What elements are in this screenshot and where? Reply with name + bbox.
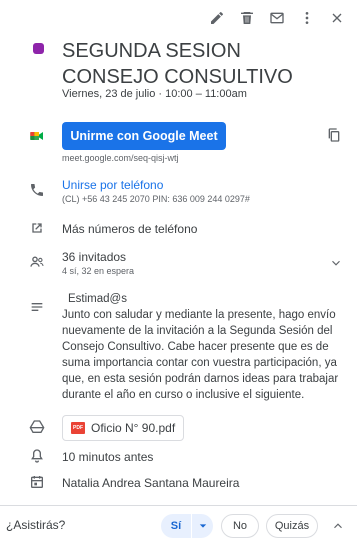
close-icon[interactable]: [323, 6, 351, 30]
google-meet-icon: [28, 127, 46, 145]
guest-count: 36 invitados: [62, 250, 127, 264]
rsvp-footer: ¿Asistirás? Sí No Quizás: [0, 505, 357, 546]
bell-icon: [28, 447, 46, 465]
rsvp-yes-label[interactable]: Sí: [161, 520, 191, 532]
organizer-name: Natalia Andrea Santana Maureira: [62, 476, 240, 490]
more-phone-numbers-link[interactable]: Más números de teléfono: [62, 222, 197, 236]
event-description: Estimad@s Junto con saludar y mediante l…: [62, 291, 346, 403]
rsvp-question: ¿Asistirás?: [6, 518, 66, 532]
description-icon: [28, 298, 46, 316]
event-toolbar: [201, 6, 351, 30]
drive-icon: [28, 418, 46, 436]
more-icon[interactable]: [293, 6, 321, 30]
description-greeting: Estimad@s: [68, 293, 127, 305]
expand-guests-chevron-icon[interactable]: [329, 256, 343, 270]
event-datetime: Viernes, 23 de julio · 10:00 – 11:00am: [62, 88, 247, 100]
reminder-text: 10 minutos antes: [62, 450, 154, 464]
attachment-chip[interactable]: PDF Oficio N° 90.pdf: [62, 415, 185, 441]
open-in-new-icon: [28, 219, 46, 237]
expand-rsvp-chevron-up-icon[interactable]: [328, 516, 348, 536]
guests-icon: [28, 253, 46, 271]
edit-icon[interactable]: [203, 6, 231, 30]
phone-icon: [28, 181, 46, 199]
join-google-meet-button[interactable]: Unirme con Google Meet: [62, 122, 226, 150]
guest-summary: 4 sí, 32 en espera: [62, 266, 135, 276]
pdf-file-icon: PDF: [71, 422, 85, 434]
phone-details: (CL) +56 43 245 2070 PIN: 636 009 244 02…: [62, 194, 250, 204]
description-body: Junto con saludar y mediante la presente…: [62, 309, 339, 401]
event-color-indicator: [33, 43, 44, 54]
meet-url[interactable]: meet.google.com/seq-qisj-wtj: [62, 153, 179, 163]
rsvp-dropdown-caret-icon[interactable]: [192, 522, 213, 530]
join-by-phone-link[interactable]: Unirse por teléfono: [62, 178, 163, 192]
event-title: SEGUNDA SESION CONSEJO CONSULTIVO: [62, 40, 293, 88]
email-icon[interactable]: [263, 6, 291, 30]
rsvp-yes-button[interactable]: Sí: [161, 514, 213, 538]
delete-icon[interactable]: [233, 6, 261, 30]
rsvp-no-button[interactable]: No: [221, 514, 259, 538]
attachment-name: Oficio N° 90.pdf: [91, 421, 176, 435]
rsvp-maybe-button[interactable]: Quizás: [266, 514, 318, 538]
copy-icon[interactable]: [326, 127, 344, 145]
calendar-icon: [28, 473, 46, 491]
